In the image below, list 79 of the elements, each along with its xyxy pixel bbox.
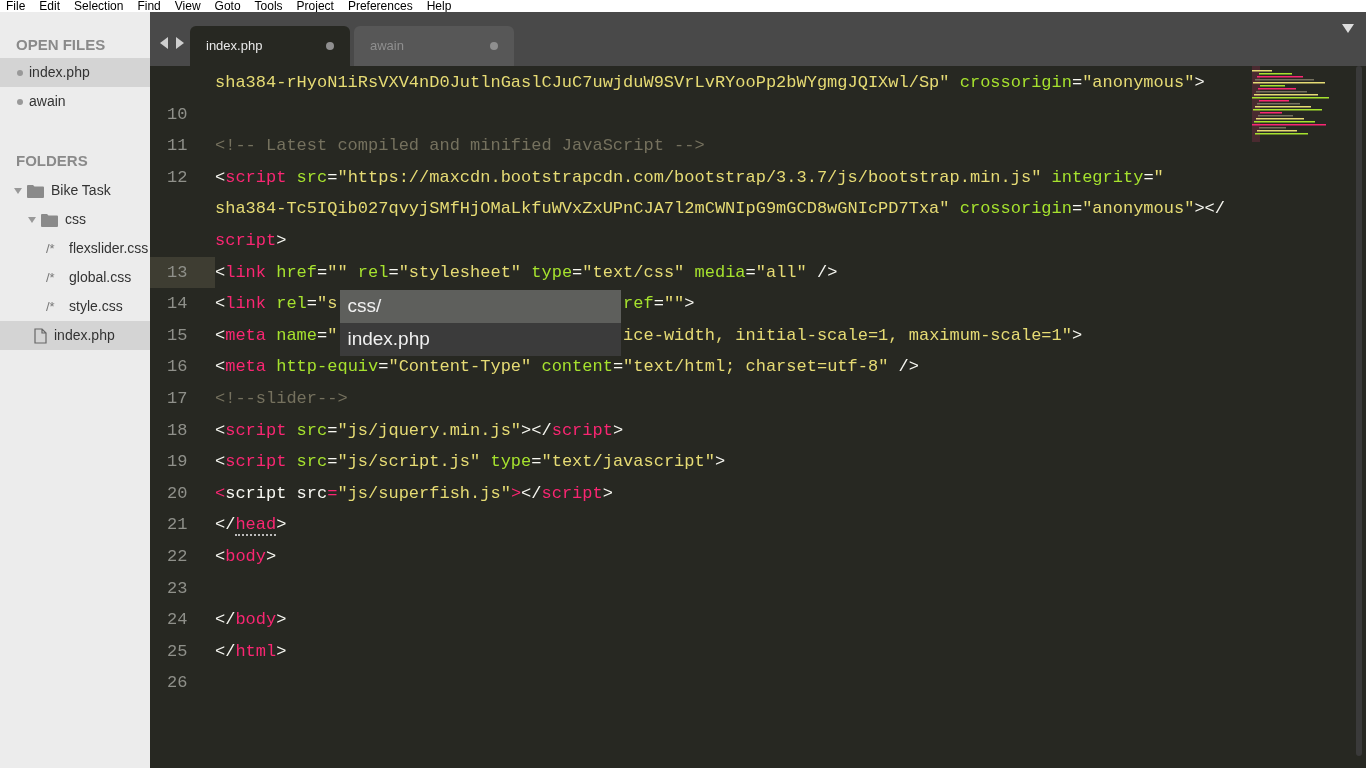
code-line: script> xyxy=(215,230,287,252)
code-line: <meta name=" xyxy=(215,324,338,347)
line-number: 24 xyxy=(166,609,189,632)
code-line: <script src="js/superfish.js"></script> xyxy=(215,482,613,505)
menu-item[interactable]: Find xyxy=(137,0,161,12)
line-number: 21 xyxy=(166,514,189,537)
line-number: 15 xyxy=(166,324,189,347)
comment-glyph-icon: /* xyxy=(46,238,62,259)
editor-tab[interactable]: index.php xyxy=(190,26,350,66)
autocomplete-item[interactable]: css/ xyxy=(340,290,622,324)
line-number: 13 xyxy=(150,256,215,289)
tab-navigation-arrows-icon[interactable] xyxy=(160,37,184,49)
code-line: <script src="https://maxcdn.bootstrapcdn.com/bootstrap/3.3.7/js/bootstrap.min.js" integrity=" xyxy=(215,166,1164,189)
folder-icon xyxy=(27,183,44,198)
line-number: 10 xyxy=(166,103,189,126)
dropdown-arrow-icon[interactable] xyxy=(1342,24,1354,33)
document-icon xyxy=(34,327,47,344)
dot-icon xyxy=(17,98,23,105)
menu-item[interactable]: Goto xyxy=(214,0,241,12)
section-heading: OPEN FILES xyxy=(15,35,107,55)
tree-item-label: global.css xyxy=(69,268,132,287)
line-number: 19 xyxy=(166,451,189,474)
line-number: 25 xyxy=(166,640,189,663)
open-file-item[interactable]: awain xyxy=(0,87,150,116)
tree-item-label: css xyxy=(65,210,86,229)
menu-item[interactable]: Project xyxy=(296,0,334,12)
code-line: sha384-rHyoN1iRsVXV4nD0JutlnGaslCJuC7uwjduW9SVrLvRYooPp2bWYgmgJQIXwl/Sp" crossorigin="anonymous"> xyxy=(215,72,1205,95)
scrollbar[interactable] xyxy=(1356,66,1362,756)
line-number: 20 xyxy=(166,482,189,505)
tree-item-label: index.php xyxy=(54,326,115,345)
dot-icon xyxy=(17,69,23,76)
tree-item-label: flexslider.css xyxy=(69,239,149,258)
menu-item[interactable]: View xyxy=(174,0,201,12)
code-line: <script src="js/jquery.min.js"></script> xyxy=(215,419,624,442)
folder-tree-item[interactable]: /* flexslider.css xyxy=(0,234,150,263)
folder-icon xyxy=(41,212,58,227)
code-line: </html> xyxy=(215,640,287,663)
folder-tree-item[interactable]: /* style.css xyxy=(0,292,150,321)
menu-item[interactable]: Help xyxy=(426,0,452,12)
folder-tree-item[interactable]: css xyxy=(0,205,150,234)
line-number: 26 xyxy=(166,672,189,695)
code-line: <meta http-equiv="Content-Type" content="text/html; charset=utf-8" /> xyxy=(215,356,919,379)
line-number: 23 xyxy=(166,577,189,600)
menu-item[interactable]: Tools xyxy=(254,0,283,12)
code-line: ice-width, initial-scale=1, maximum-scale=1"> xyxy=(623,324,1083,347)
code-line: <!-- Latest compiled and minified JavaScript --> xyxy=(215,135,705,158)
code-line: <body> xyxy=(215,545,277,568)
tree-item-label: style.css xyxy=(69,297,123,316)
code-line: <!--slider--> xyxy=(215,388,348,410)
code-line: ref=""> xyxy=(623,293,695,316)
code-line: <link rel="s xyxy=(215,293,338,316)
open-file-item[interactable]: index.php xyxy=(0,58,150,87)
folder-tree-item[interactable]: Bike Task xyxy=(0,176,150,205)
code-line: <link href="" rel="stylesheet" type="text/css" media="all" /> xyxy=(215,261,838,284)
line-number: 16 xyxy=(166,356,189,379)
section-heading: FOLDERS xyxy=(15,151,89,171)
menu-item[interactable]: Preferences xyxy=(347,0,413,12)
file-name: index.php xyxy=(29,63,90,82)
line-number: 18 xyxy=(166,419,189,442)
comment-glyph-icon: /* xyxy=(46,267,62,288)
line-number: 11 xyxy=(166,135,189,158)
line-number: 14 xyxy=(166,293,189,316)
folder-tree-item[interactable]: index.php xyxy=(0,321,150,350)
disclosure-triangle-icon[interactable] xyxy=(28,215,36,224)
disclosure-triangle-icon[interactable] xyxy=(14,186,22,195)
line-number: 17 xyxy=(166,388,189,410)
folder-tree-item[interactable]: /* global.css xyxy=(0,263,150,292)
tree-item-label: Bike Task xyxy=(51,181,111,200)
menu-item[interactable]: File xyxy=(6,0,26,12)
line-number: 22 xyxy=(166,545,189,568)
code-line: <script src="js/script.js" type="text/javascript"> xyxy=(215,451,726,474)
comment-glyph-icon: /* xyxy=(46,296,62,317)
menu-item[interactable]: Selection xyxy=(74,0,124,12)
code-line: </head> xyxy=(215,514,287,538)
line-number: 12 xyxy=(166,166,189,189)
file-name: awain xyxy=(29,92,66,111)
menu-item[interactable]: Edit xyxy=(39,0,61,12)
code-line: sha384-Tc5IQib027qvyjSMfHjOMaLkfuWVxZxUPnCJA7l2mCWNIpG9mGCD8wGNIcPD7Txa" crossorigin="anonymous"></ xyxy=(215,198,1225,221)
code-line: </body> xyxy=(215,609,287,632)
